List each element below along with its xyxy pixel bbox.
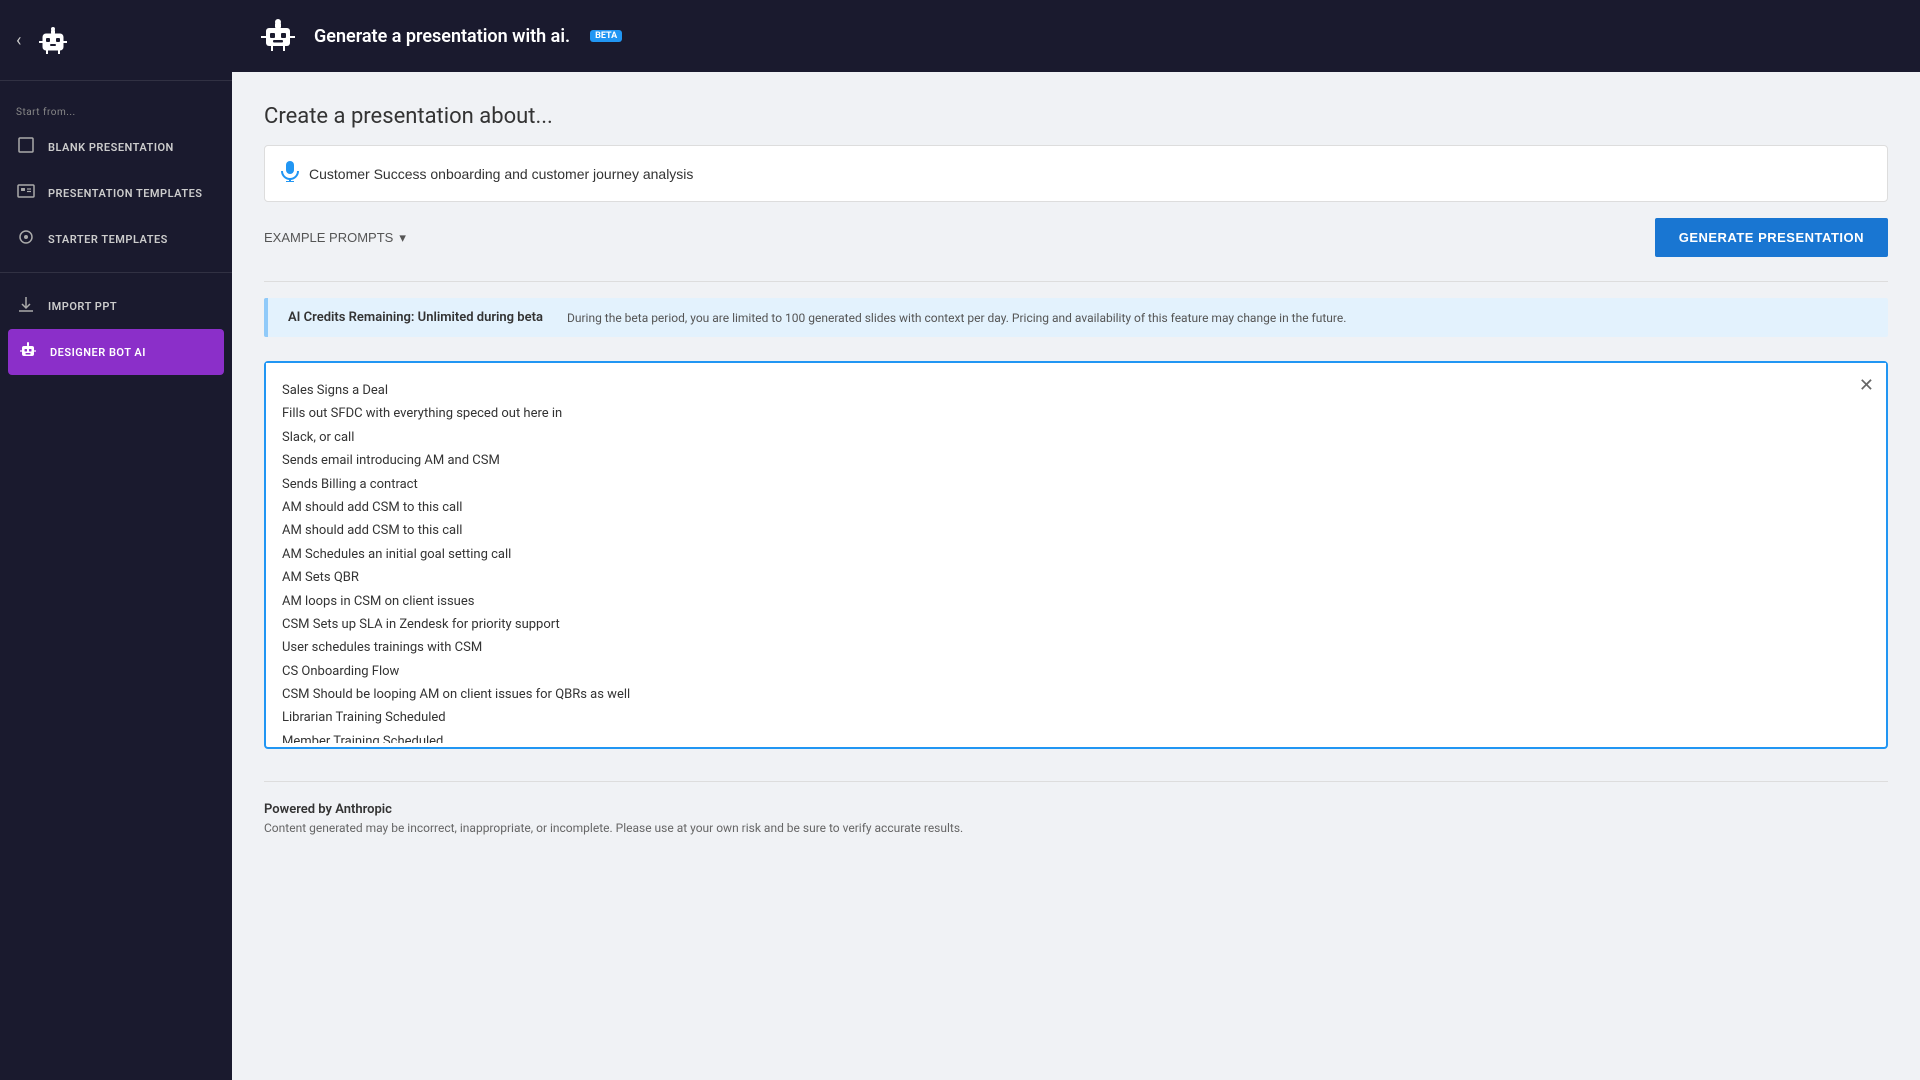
- main-header: Generate a presentation with ai. BETA: [232, 0, 1920, 72]
- chevron-down-icon: ▾: [399, 230, 406, 246]
- powered-by-label: Powered by Anthropic: [264, 802, 1888, 817]
- blank-presentation-icon: [16, 136, 36, 158]
- credits-banner: AI Credits Remaining: Unlimited during b…: [264, 298, 1888, 337]
- example-prompts-button[interactable]: EXAMPLE PROMPTS ▾: [264, 230, 406, 246]
- sidebar-item-label: BLANK PRESENTATION: [48, 141, 174, 154]
- sidebar-item-presentation-templates[interactable]: PRESENTATION TEMPLATES: [0, 170, 232, 216]
- prompt-input-container: [264, 145, 1888, 202]
- back-button[interactable]: ‹: [16, 30, 21, 51]
- sidebar-item-import-ppt[interactable]: IMPORT PPT: [0, 283, 232, 329]
- start-from-label: Start from...: [0, 101, 232, 124]
- sidebar-item-label: DESIGNER BOT AI: [50, 346, 146, 359]
- main-content: Create a presentation about... EXAMPLE P…: [232, 72, 1920, 859]
- section-heading: Create a presentation about...: [264, 104, 1888, 129]
- credits-label: AI Credits Remaining: Unlimited during b…: [288, 310, 543, 325]
- actions-row: EXAMPLE PROMPTS ▾ GENERATE PRESENTATION: [264, 218, 1888, 257]
- beta-badge: BETA: [590, 30, 622, 42]
- section-divider: [264, 281, 1888, 282]
- sidebar-item-label: IMPORT PPT: [48, 300, 117, 313]
- footer-section: Powered by Anthropic Content generated m…: [264, 781, 1888, 835]
- sidebar-item-starter-templates[interactable]: STARTER TEMPLATES: [0, 216, 232, 262]
- textarea-section: ✕: [264, 361, 1888, 749]
- sidebar-logo: [31, 18, 75, 62]
- import-ppt-icon: [16, 295, 36, 317]
- sidebar: ‹ Start from... BLAN: [0, 0, 232, 1080]
- sidebar-nav: Start from... BLANK PRESENTATION PRESENT…: [0, 81, 232, 1080]
- mic-icon: [281, 160, 299, 187]
- disclaimer-text: Content generated may be incorrect, inap…: [264, 821, 1888, 835]
- sidebar-item-label: PRESENTATION TEMPLATES: [48, 187, 203, 200]
- generate-presentation-button[interactable]: GENERATE PRESENTATION: [1655, 218, 1888, 257]
- sidebar-item-blank-presentation[interactable]: BLANK PRESENTATION: [0, 124, 232, 170]
- close-textarea-button[interactable]: ✕: [1859, 375, 1874, 396]
- sidebar-item-label: STARTER TEMPLATES: [48, 233, 168, 246]
- main-content-area: Generate a presentation with ai. BETA Cr…: [232, 0, 1920, 1080]
- designer-bot-ai-icon: [18, 341, 38, 363]
- example-prompts-label: EXAMPLE PROMPTS: [264, 230, 393, 245]
- context-textarea[interactable]: [266, 363, 1886, 743]
- credits-desc: During the beta period, you are limited …: [567, 311, 1346, 325]
- starter-templates-icon: [16, 228, 36, 250]
- prompt-input[interactable]: [309, 166, 1871, 182]
- sidebar-item-designer-bot-ai[interactable]: DESIGNER BOT AI: [8, 329, 224, 375]
- sidebar-divider: [0, 272, 232, 273]
- presentation-templates-icon: [16, 182, 36, 204]
- main-header-title: Generate a presentation with ai.: [314, 26, 570, 47]
- header-robot-icon: [256, 14, 300, 58]
- sidebar-header: ‹: [0, 0, 232, 81]
